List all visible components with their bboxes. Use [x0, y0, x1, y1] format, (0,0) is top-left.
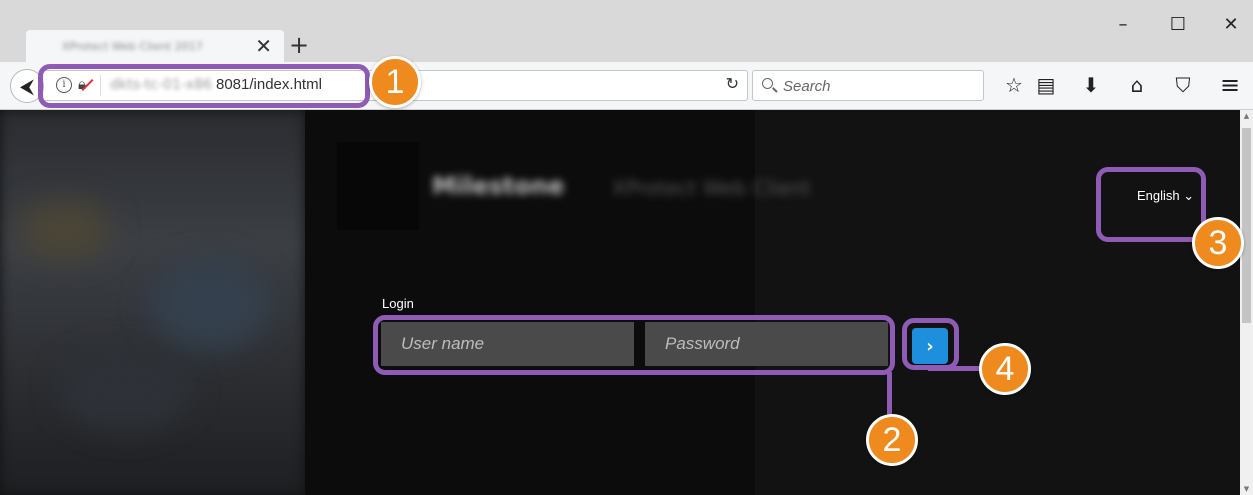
url-separator — [100, 75, 101, 96]
language-selector[interactable]: English ⌄ — [1137, 188, 1194, 204]
login-label: Login — [382, 296, 414, 311]
url-host: dkts-tc-01-x86 — [110, 77, 213, 93]
callout-badge-1: 1 — [369, 56, 421, 108]
logo — [337, 142, 419, 230]
scroll-up-icon[interactable]: ▲ — [1242, 112, 1251, 120]
download-icon[interactable]: ⬇ — [1078, 72, 1104, 98]
reload-icon[interactable]: ↻ — [726, 74, 739, 93]
connector-credentials — [887, 372, 892, 420]
login-page: Milestone XProtect Web Client English ⌄ … — [0, 110, 1253, 495]
insecure-lock-icon[interactable]: 🔒︎ — [78, 75, 86, 93]
home-icon[interactable]: ⌂ — [1124, 72, 1150, 98]
window-minimize-button[interactable]: – — [1103, 6, 1143, 42]
search-input[interactable] — [783, 75, 973, 97]
navigation-toolbar: ⮜ i 🔒︎ dkts-tc-01-x86 8081/index.html ↻ … — [0, 62, 1253, 110]
tab-bar: XProtect Web Client 2017 ✕ + – ☐ ✕ — [0, 0, 1253, 62]
bookmark-star-icon[interactable]: ☆ — [1001, 72, 1027, 98]
menu-icon[interactable]: ≡ — [1217, 71, 1243, 99]
info-icon[interactable]: i — [56, 77, 72, 93]
reading-list-icon[interactable]: ▤ — [1033, 72, 1059, 98]
chevron-down-icon: ⌄ — [1183, 188, 1195, 203]
scroll-thumb[interactable] — [1242, 128, 1251, 323]
window-close-button[interactable]: ✕ — [1211, 6, 1251, 42]
background-blur-spot — [20, 200, 110, 260]
language-label: English — [1137, 188, 1180, 203]
tab-title: XProtect Web Client 2017 — [62, 39, 203, 53]
background-blur-spot — [150, 260, 270, 350]
scrollbar[interactable]: ▲ ▼ — [1240, 110, 1253, 495]
window-maximize-button[interactable]: ☐ — [1158, 6, 1198, 42]
brand-name: Milestone — [432, 172, 565, 200]
background-blur-spot — [60, 350, 190, 430]
browser-tab[interactable]: XProtect Web Client 2017 ✕ — [26, 30, 284, 62]
callout-badge-3: 3 — [1192, 217, 1244, 269]
search-box[interactable] — [752, 70, 984, 101]
callout-badge-2: 2 — [866, 414, 918, 466]
connector-submit — [928, 366, 983, 371]
scroll-down-icon[interactable]: ▼ — [1242, 485, 1251, 493]
new-tab-button[interactable]: + — [289, 31, 309, 59]
tab-close-icon[interactable]: ✕ — [255, 34, 272, 58]
password-field[interactable] — [645, 322, 888, 366]
callout-badge-4: 4 — [979, 343, 1031, 395]
login-submit-button[interactable]: › — [912, 328, 948, 364]
arrow-right-icon: › — [926, 335, 934, 357]
brand-subtitle: XProtect Web Client — [612, 176, 811, 200]
username-field[interactable] — [381, 322, 634, 366]
pocket-icon[interactable]: ⛉ — [1170, 72, 1196, 98]
search-icon — [762, 78, 773, 89]
back-icon[interactable]: ⮜ — [10, 69, 44, 103]
url-path: 8081/index.html — [216, 76, 322, 93]
